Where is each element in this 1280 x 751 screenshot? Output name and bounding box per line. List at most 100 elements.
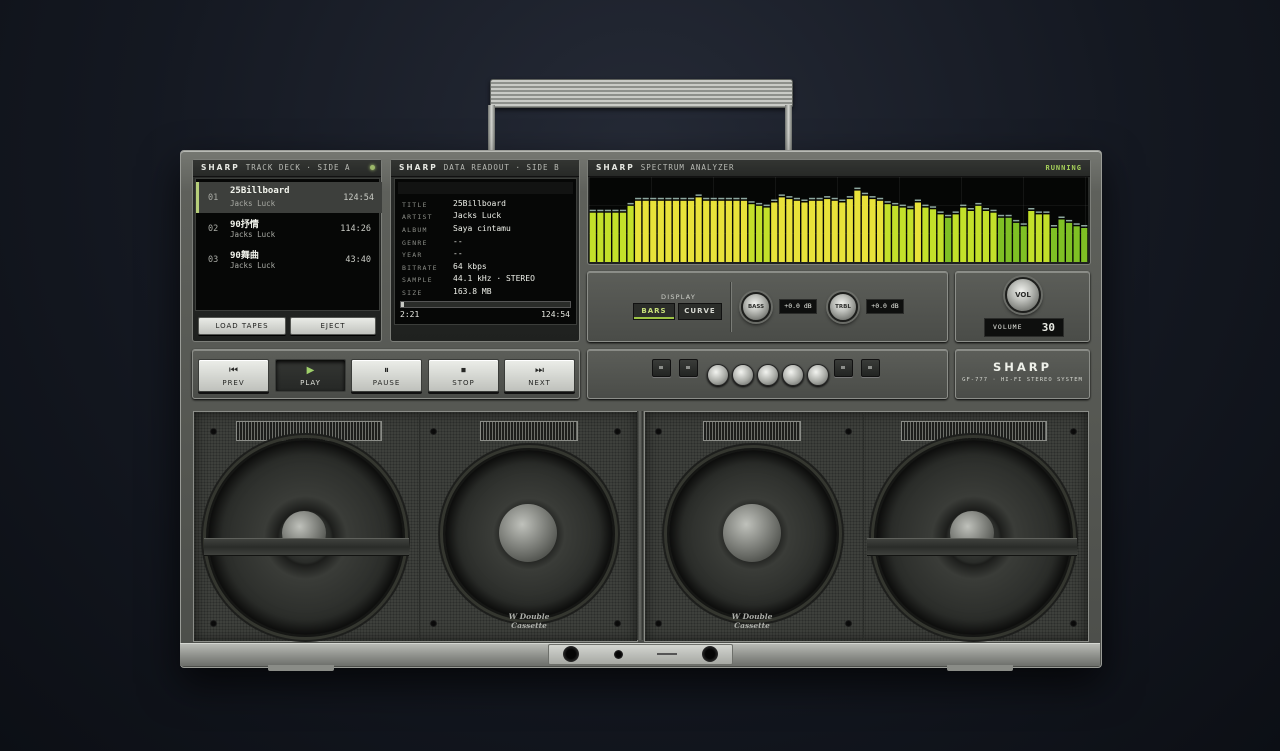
spectrum-header: SHARP SPECTRUM ANALYZER RUNNING <box>588 160 1090 177</box>
spectrum-bar <box>589 212 596 262</box>
readout-value-genre: -- <box>453 237 463 246</box>
spectrum-peak <box>672 197 680 200</box>
spectrum-peak <box>967 208 974 210</box>
tracklist-screen: 01 25Billboard Jacks Luck 124:54 02 90抒情… <box>195 178 382 311</box>
spectrum-bar <box>778 197 785 262</box>
readout-label-bitrate: BITRATE <box>402 264 438 272</box>
spectrum-peak <box>960 204 967 207</box>
screw-icon <box>210 428 217 435</box>
preset-round-button[interactable] <box>757 364 779 386</box>
eject-button[interactable]: EJECT <box>290 317 376 335</box>
spectrum-peak <box>756 202 763 205</box>
spectrum-peak <box>642 197 649 200</box>
preset-round-button[interactable] <box>782 364 804 386</box>
preset-round-button[interactable] <box>807 364 829 386</box>
load-tapes-button[interactable]: LOAD TAPES <box>198 317 286 335</box>
spectrum-bar <box>1043 214 1050 262</box>
next-button[interactable]: ⏭ NEXT <box>504 359 575 392</box>
preset-square-button[interactable] <box>861 359 880 377</box>
spectrum-bar <box>703 200 710 262</box>
readout-value-bitrate: 64 kbps <box>453 262 487 271</box>
spectrum-peak <box>763 204 770 207</box>
volume-knob-label: VOL <box>1015 291 1031 299</box>
pause-icon: ⏸ <box>384 365 389 376</box>
spectrum-bar <box>839 202 846 262</box>
play-label: PLAY <box>300 379 321 387</box>
line-jack-icon[interactable] <box>702 646 718 662</box>
bass-knob[interactable]: BASS <box>741 292 771 322</box>
stop-label: STOP <box>452 379 475 387</box>
spectrum-peak <box>990 209 997 212</box>
headphone-jack-icon[interactable] <box>563 646 579 662</box>
preset-square-button[interactable] <box>652 359 671 377</box>
spectrum-bar <box>740 200 748 262</box>
spectrum-peak <box>975 202 982 205</box>
track-duration: 114:26 <box>340 224 371 234</box>
pause-button[interactable]: ⏸ PAUSE <box>351 359 422 392</box>
spectrum-bar <box>1058 219 1065 262</box>
preset-square-button[interactable] <box>834 359 853 377</box>
preset-square-button[interactable] <box>679 359 698 377</box>
spectrum-peak <box>892 202 899 205</box>
screw-icon <box>845 620 852 627</box>
spectrum-bar <box>937 214 944 262</box>
track-item[interactable]: 02 90抒情 Jacks Luck 114:26 <box>196 213 379 244</box>
play-button[interactable]: ▶ PLAY <box>275 359 346 392</box>
spectrum-peak <box>884 201 891 203</box>
readout-label-sample: SAMPLE <box>402 276 433 284</box>
screw-icon <box>210 620 217 627</box>
readout-panel: SHARP DATA READOUT · SIDE B TITLE 25Billb… <box>390 159 580 342</box>
track-deck-brand: SHARP <box>201 163 240 172</box>
vent-grille <box>703 421 801 441</box>
spectrum-peak <box>952 211 959 213</box>
spectrum-peak <box>945 214 952 217</box>
spectrum-bar <box>619 212 627 262</box>
speaker-left: W Double Cassette <box>193 411 638 642</box>
preset-round-button[interactable] <box>707 364 729 386</box>
spectrum-peak <box>899 204 906 207</box>
progress-track[interactable] <box>400 301 571 308</box>
spectrum-peak <box>854 187 861 190</box>
track-item[interactable]: 01 25Billboard Jacks Luck 124:54 <box>196 182 382 213</box>
track-title: 90抒情 <box>230 220 259 230</box>
mode-bars-button[interactable]: BARS <box>633 303 675 320</box>
speaker-logo: W Double Cassette <box>717 612 787 630</box>
spectrum-bars <box>589 187 1088 262</box>
handle-post-right <box>785 105 792 151</box>
spectrum-peak <box>929 206 937 208</box>
display-label: DISPLAY <box>661 293 697 301</box>
spectrum-bar <box>771 202 778 262</box>
treble-knob[interactable]: TRBL <box>828 292 858 322</box>
prev-button[interactable]: ⏮ PREV <box>198 359 269 392</box>
speaker-strap <box>204 538 409 556</box>
screw-icon <box>655 428 662 435</box>
spectrum-peak <box>597 209 604 212</box>
screw-icon <box>430 428 437 435</box>
volume-display: VOLUME 30 <box>984 318 1064 337</box>
spectrum-peak <box>1043 211 1050 213</box>
spectrum-bar <box>960 207 967 262</box>
track-deck-panel: SHARP TRACK DECK · SIDE A 01 25Billboard … <box>192 159 382 342</box>
readout-label-genre: GENRE <box>402 239 428 247</box>
track-deck-header: SHARP TRACK DECK · SIDE A <box>193 160 381 177</box>
track-item[interactable]: 03 90舞曲 Jacks Luck 43:40 <box>196 244 379 275</box>
speaker-logo: W Double Cassette <box>494 612 564 630</box>
spectrum-peak <box>846 196 853 198</box>
mic-jack-icon[interactable] <box>614 650 623 659</box>
spectrum-bar <box>1081 228 1088 262</box>
slot-icon <box>657 653 677 655</box>
pause-label: PAUSE <box>372 379 401 387</box>
spectrum-peak <box>740 197 748 200</box>
track-title: 90舞曲 <box>230 251 259 261</box>
spectrum-bar <box>914 202 921 262</box>
speaker-divider <box>637 411 643 640</box>
spectrum-peak <box>1073 223 1080 225</box>
mode-curve-button[interactable]: CURVE <box>678 303 722 320</box>
stop-button[interactable]: ⏹ STOP <box>428 359 499 392</box>
preset-panel <box>587 349 948 399</box>
volume-knob[interactable]: VOL <box>1005 277 1041 313</box>
spectrum-bar <box>824 199 831 262</box>
spectrum-peak <box>937 211 944 213</box>
spectrum-bar <box>604 212 611 262</box>
preset-round-button[interactable] <box>732 364 754 386</box>
